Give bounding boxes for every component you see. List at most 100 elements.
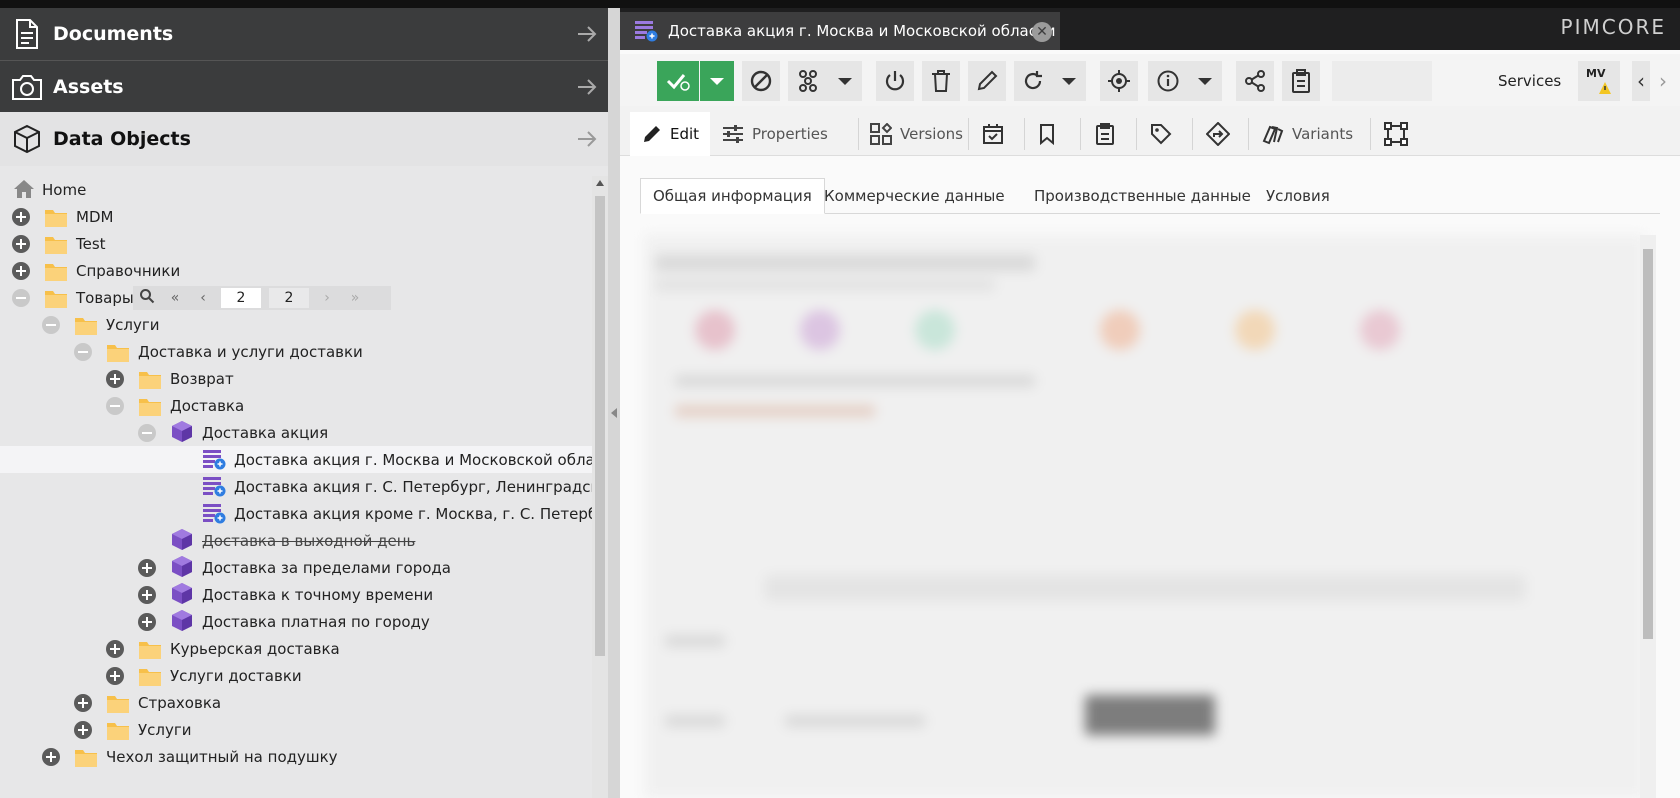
expand-icon[interactable] [106,369,124,388]
reload-menu-button[interactable] [1052,61,1086,101]
document-tab[interactable]: Доставка акция г. Москва и Московской об… [620,12,1060,50]
tree-row[interactable]: Услуги [0,716,592,743]
tree-row[interactable]: Доставка акция кроме г. Москва, г. С. Пе… [0,500,592,527]
tree-row[interactable]: MDM [0,203,592,230]
panel-splitter[interactable] [608,8,620,798]
scroll-right-button[interactable]: › [1654,61,1672,101]
info-menu-button[interactable] [1188,61,1222,101]
page-total: 2 [269,288,309,308]
scroll-up-icon[interactable] [596,180,604,186]
tab-commercial-data[interactable]: Коммерческие данные [812,178,1017,214]
collapse-icon[interactable] [138,423,156,442]
arrow-right-icon[interactable] [576,128,598,150]
tree-row[interactable]: Возврат [0,365,592,392]
tree-row[interactable]: Test [0,230,592,257]
expand-icon[interactable] [106,639,124,658]
power-button[interactable] [876,61,914,101]
page-input[interactable]: 2 [221,288,261,308]
prev-page-icon[interactable]: ‹ [189,290,217,306]
expand-icon[interactable] [138,612,156,631]
tab-versions[interactable]: Versions [858,112,968,156]
document-icon [10,17,44,51]
tab-edit[interactable]: Edit [630,112,710,156]
expand-icon[interactable] [106,666,124,685]
first-page-icon[interactable]: « [161,290,189,306]
tree-row[interactable]: Доставка акция [0,419,592,446]
tree-row[interactable]: Справочники [0,257,592,284]
last-page-icon[interactable]: » [341,290,369,306]
add-variant-button[interactable] [788,61,828,101]
panel-assets[interactable]: Assets [0,60,608,112]
tab-bookmark[interactable] [1026,112,1078,156]
tab-production-data[interactable]: Производственные данные [1022,178,1263,214]
tree-row[interactable]: Чехол защитный на подушку [0,743,592,770]
tab-variants[interactable]: Variants [1250,112,1370,156]
tree-row[interactable]: Доставка платная по городу [0,608,592,635]
mv-button[interactable]: MV [1578,61,1620,101]
variant-icon [203,477,226,497]
variant-icon [203,504,226,524]
tab-schedule[interactable] [970,112,1022,156]
collapse-arrow-icon[interactable] [611,408,617,418]
arrow-right-icon[interactable] [576,23,598,45]
tree-row[interactable]: Доставка [0,392,592,419]
delete-button[interactable] [922,61,960,101]
tree-scrollbar[interactable] [592,176,608,798]
collapse-icon[interactable] [106,396,124,415]
share-button[interactable] [1236,61,1274,101]
scroll-thumb[interactable] [595,196,605,656]
tab-preview[interactable] [1372,112,1424,156]
collapse-icon[interactable] [12,288,30,307]
tab-notes[interactable] [1082,112,1134,156]
rename-button[interactable] [968,61,1006,101]
info-button[interactable] [1148,61,1188,101]
expand-icon[interactable] [138,558,156,577]
collapse-icon[interactable] [42,315,60,334]
tree-row[interactable]: Курьерская доставка [0,635,592,662]
tab-properties[interactable]: Properties [710,112,836,156]
notes-button[interactable] [1282,61,1320,101]
tab-conditions[interactable]: Условия [1254,178,1342,214]
tree-row[interactable]: Услуги доставки [0,662,592,689]
tab-tags[interactable] [1138,112,1190,156]
tree-row[interactable]: Страховка [0,689,592,716]
variant-menu-button[interactable] [828,61,862,101]
tree-row-selected[interactable]: Доставка акция г. Москва и Московской об… [0,446,592,473]
scroll-left-button[interactable]: ‹ [1632,61,1650,101]
expand-icon[interactable] [42,747,60,766]
expand-icon[interactable] [138,585,156,604]
services-label[interactable]: Services [1498,72,1561,90]
unpublish-button[interactable] [742,61,780,101]
object-cube-icon [172,556,192,577]
tab-workflow[interactable] [1194,112,1246,156]
scroll-thumb[interactable] [1643,249,1653,639]
pencil-icon [977,70,998,91]
tree-row-unpublished[interactable]: Доставка в выходной день [0,527,592,554]
tree-row[interactable]: Доставка за пределами города [0,554,592,581]
chevron-down-icon [710,77,724,85]
search-icon[interactable] [133,288,161,308]
save-publish-button[interactable] [657,61,699,101]
tab-general-info[interactable]: Общая информация [640,178,825,214]
tree-row[interactable]: Услуги [0,311,592,338]
expand-icon[interactable] [74,693,92,712]
arrow-right-icon[interactable] [576,76,598,98]
tree-row[interactable]: Товары « ‹ 2 2 › » [0,284,592,311]
tree-row[interactable]: Home [0,176,592,203]
tree-row[interactable]: Доставка акция г. С. Петербург, Ленингра… [0,473,592,500]
publish-menu-button[interactable] [700,61,734,101]
locate-button[interactable] [1100,61,1138,101]
panel-documents[interactable]: Documents [0,8,608,60]
collapse-icon[interactable] [74,342,92,361]
reload-button[interactable] [1014,61,1052,101]
expand-icon[interactable] [12,207,30,226]
expand-icon[interactable] [74,720,92,739]
tree-row[interactable]: Доставка к точному времени [0,581,592,608]
next-page-icon[interactable]: › [313,290,341,306]
tree-row[interactable]: Доставка и услуги доставки [0,338,592,365]
content-scrollbar[interactable] [1640,235,1656,798]
expand-icon[interactable] [12,261,30,280]
expand-icon[interactable] [12,234,30,253]
panel-data-objects[interactable]: Data Objects [0,112,608,166]
close-icon[interactable]: ✕ [1032,22,1052,42]
